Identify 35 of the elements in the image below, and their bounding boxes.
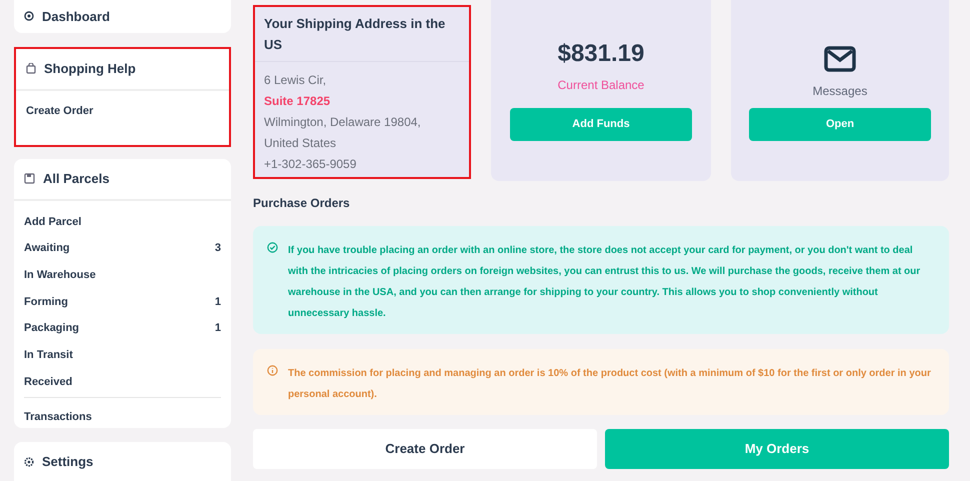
section-title: Shopping Help	[44, 60, 136, 78]
info-text: If you have trouble placing an order with an online store, the store does not accept your card for payment, or you don't want to deal with the intricacies of placing orders on foreign websites, you can entrust this to us. We will purchase the goods, receive them at our warehouse in the USA, and you can then arrange for shipping to your country. This allows you to shop conveniently without unnecessary hassle.	[288, 244, 922, 321]
parcel-count: 3	[214, 241, 221, 256]
address-line: +1-302-365-9059	[264, 156, 358, 173]
parcel-count: 1	[214, 321, 221, 336]
address-line: Wilmington, Delaware 19804,	[264, 114, 422, 131]
dashboard-link[interactable]: Dashboard	[42, 6, 110, 26]
info-icon	[267, 365, 278, 376]
card-title: Your Shipping Address in the US	[264, 15, 446, 54]
create-order-button[interactable]: Create Order	[253, 429, 597, 469]
messages-label: Messages	[812, 83, 868, 100]
sidebar-link[interactable]: Forming	[24, 294, 68, 310]
sidebar-link[interactable]: Create Order	[16, 102, 229, 120]
sidebar-link[interactable]: Awaiting	[24, 240, 70, 257]
sidebar-link[interactable]: In Transit	[24, 347, 73, 364]
dashboard-icon	[24, 11, 34, 22]
balance-label: Current Balance	[558, 77, 644, 94]
parcel-count: 1	[214, 294, 221, 310]
balance-amount: $831.19	[558, 40, 644, 68]
check-circle-icon	[267, 242, 278, 253]
warning-text: The commission for placing and managing an order is 10% of the product cost (with a minimum of $10 for the first or only order in your personal account).	[288, 367, 932, 402]
envelope-icon	[824, 46, 856, 72]
shopping-bag-icon	[26, 63, 36, 74]
sidebar-link[interactable]: In Warehouse	[24, 266, 96, 284]
sidebar-link[interactable]: Packaging	[24, 320, 80, 337]
sidebar-link[interactable]: Add Parcel	[24, 214, 82, 230]
section-title: Purchase Orders	[253, 195, 351, 212]
sidebar-link[interactable]: Received	[24, 374, 72, 390]
address-line: 6 Lewis Cir,	[264, 72, 328, 89]
address-line: Suite 17825	[264, 93, 332, 110]
sidebar-link[interactable]: Transactions	[24, 411, 92, 424]
settings-link[interactable]: Settings	[42, 452, 94, 472]
section-title: All Parcels	[43, 170, 110, 188]
parcel-icon	[24, 173, 35, 184]
address-line: United States	[264, 135, 338, 152]
